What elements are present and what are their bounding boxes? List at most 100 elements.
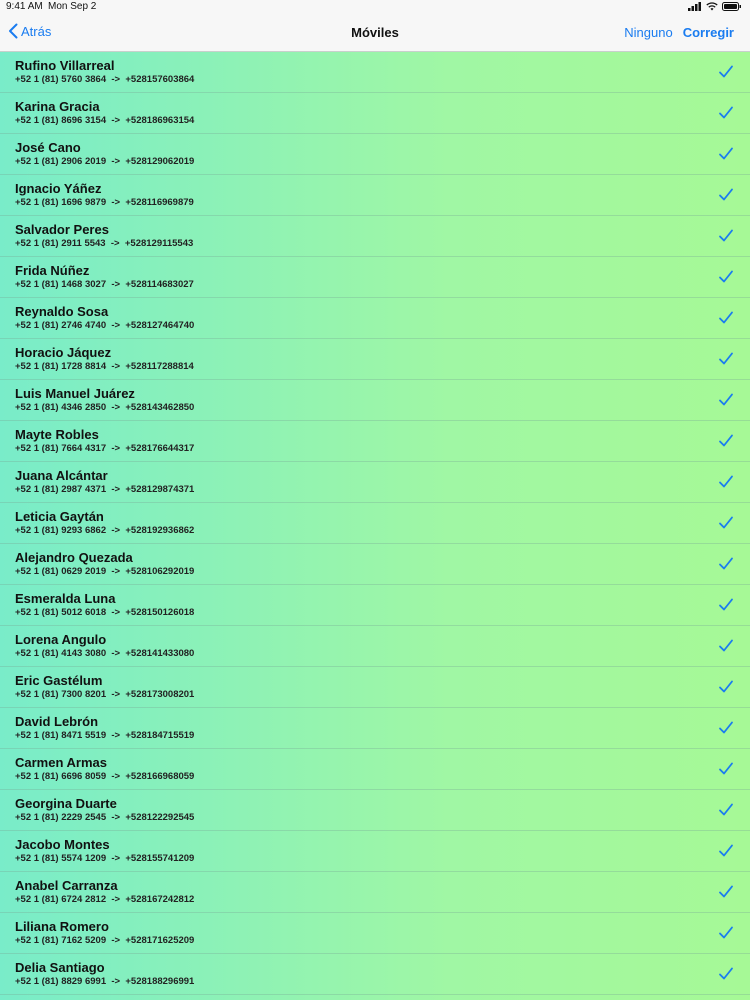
list-item[interactable]: Rufino Villarreal +52 1 (81) 5760 3864 ->… [0,52,750,93]
list-item[interactable]: José Cano +52 1 (81) 2906 2019 -> +528129… [0,134,750,175]
status-icons [688,2,742,11]
contact-phone: +52 1 (81) 1696 9879 -> +528116969879 [15,197,194,208]
list-item[interactable]: Leticia Gaytán +52 1 (81) 9293 6862 -> +5… [0,503,750,544]
checkmark-icon [719,229,733,242]
contact-name: Frida Núñez [15,263,90,278]
checkmark-icon [719,967,733,980]
contact-phone: +52 1 (81) 8829 6991 -> +528188296991 [15,976,195,987]
list-item[interactable]: Horacio Jáquez +52 1 (81) 1728 8814 -> +5… [0,339,750,380]
contact-phone: +52 1 (81) 1728 8814 -> +528117288814 [15,361,194,372]
contact-name: Eric Gastélum [15,673,103,688]
contact-phone: +52 1 (81) 7300 8201 -> +528173008201 [15,689,195,700]
contact-phone: +52 1 (81) 9293 6862 -> +528192936862 [15,525,195,536]
contact-name: Jacobo Montes [15,837,110,852]
checkmark-icon [719,434,733,447]
checkmark-icon [719,926,733,939]
contact-name: Salvador Peres [15,222,109,237]
wifi-icon [706,2,718,11]
list-item[interactable]: Juana Alcántar +52 1 (81) 2987 4371 -> +5… [0,462,750,503]
contact-list: Rufino Villarreal +52 1 (81) 5760 3864 ->… [0,52,750,995]
contact-name: David Lebrón [15,714,99,729]
contact-phone: +52 1 (81) 7162 5209 -> +528171625209 [15,935,195,946]
contact-name: Delia Santiago [15,960,105,975]
checkmark-icon [719,475,733,488]
checkmark-icon [719,188,733,201]
list-item[interactable]: Delia Santiago +52 1 (81) 8829 6991 -> +5… [0,954,750,995]
contact-name: Horacio Jáquez [15,345,112,360]
checkmark-icon [719,147,733,160]
contact-name: Anabel Carranza [15,878,118,893]
status-bar: 9:41 AM Mon Sep 2 [0,0,750,14]
contact-phone: +52 1 (81) 6724 2812 -> +528167242812 [15,894,195,905]
list-item[interactable]: Lorena Angulo +52 1 (81) 4143 3080 -> +52… [0,626,750,667]
contact-name: Alejandro Quezada [15,550,133,565]
contact-name: Liliana Romero [15,919,109,934]
checkmark-icon [719,311,733,324]
list-item[interactable]: Jacobo Montes +52 1 (81) 5574 1209 -> +52… [0,831,750,872]
contact-phone: +52 1 (81) 4143 3080 -> +528141433080 [15,648,195,659]
contact-phone: +52 1 (81) 0629 2019 -> +528106292019 [15,566,195,577]
contact-phone: +52 1 (81) 7664 4317 -> +528176644317 [15,443,195,454]
contact-phone: +52 1 (81) 5574 1209 -> +528155741209 [15,853,195,864]
contact-phone: +52 1 (81) 8471 5519 -> +528184715519 [15,730,195,741]
checkmark-icon [719,803,733,816]
checkmark-icon [719,721,733,734]
contact-phone: +52 1 (81) 5012 6018 -> +528150126018 [15,607,195,618]
contact-phone: +52 1 (81) 5760 3864 -> +528157603864 [15,74,195,85]
list-item[interactable]: Ignacio Yáñez +52 1 (81) 1696 9879 -> +52… [0,175,750,216]
list-item[interactable]: Frida Núñez +52 1 (81) 1468 3027 -> +5281… [0,257,750,298]
contact-name: Rufino Villarreal [15,58,115,73]
list-item[interactable]: Esmeralda Luna +52 1 (81) 5012 6018 -> +5… [0,585,750,626]
list-item[interactable]: Luis Manuel Juárez +52 1 (81) 4346 2850 -… [0,380,750,421]
checkmark-icon [719,762,733,775]
list-item[interactable]: Liliana Romero +52 1 (81) 7162 5209 -> +5… [0,913,750,954]
list-item[interactable]: Karina Gracia +52 1 (81) 8696 3154 -> +52… [0,93,750,134]
contact-name: Lorena Angulo [15,632,107,647]
status-date: Mon Sep 2 [48,1,97,12]
list-item[interactable]: Salvador Peres +52 1 (81) 2911 5543 -> +5… [0,216,750,257]
list-item[interactable]: Carmen Armas +52 1 (81) 6696 8059 -> +528… [0,749,750,790]
list-item[interactable]: Reynaldo Sosa +52 1 (81) 2746 4740 -> +52… [0,298,750,339]
contact-name: José Cano [15,140,81,155]
contact-name: Georgina Duarte [15,796,117,811]
checkmark-icon [719,680,733,693]
checkmark-icon [719,270,733,283]
checkmark-icon [719,844,733,857]
contact-phone: +52 1 (81) 6696 8059 -> +528166968059 [15,771,195,782]
contact-name: Reynaldo Sosa [15,304,109,319]
battery-icon [722,2,741,11]
contact-name: Luis Manuel Juárez [15,386,135,401]
contact-name: Karina Gracia [15,99,100,114]
edit-button[interactable]: Corregir [683,25,734,40]
contact-phone: +52 1 (81) 2906 2019 -> +528129062019 [15,156,195,167]
contact-name: Ignacio Yáñez [15,181,102,196]
contact-name: Mayte Robles [15,427,99,442]
contact-phone: +52 1 (81) 2746 4740 -> +528127464740 [15,320,195,331]
select-none-button[interactable]: Ninguno [624,25,672,40]
list-item[interactable]: Mayte Robles +52 1 (81) 7664 4317 -> +528… [0,421,750,462]
contact-phone: +52 1 (81) 8696 3154 -> +528186963154 [15,115,195,126]
navigation-bar: Atrás Móviles Ninguno Corregir [0,14,750,52]
checkmark-icon [719,557,733,570]
contact-phone: +52 1 (81) 1468 3027 -> +528114683027 [15,279,194,290]
list-item[interactable]: Eric Gastélum +52 1 (81) 7300 8201 -> +52… [0,667,750,708]
list-item[interactable]: Alejandro Quezada +52 1 (81) 0629 2019 ->… [0,544,750,585]
list-item[interactable]: Anabel Carranza +52 1 (81) 6724 2812 -> +… [0,872,750,913]
list-item[interactable]: David Lebrón +52 1 (81) 8471 5519 -> +528… [0,708,750,749]
list-item[interactable]: Georgina Duarte +52 1 (81) 2229 2545 -> +… [0,790,750,831]
checkmark-icon [719,639,733,652]
checkmark-icon [719,598,733,611]
contact-name: Juana Alcántar [15,468,108,483]
checkmark-icon [719,352,733,365]
checkmark-icon [719,106,733,119]
contact-phone: +52 1 (81) 2911 5543 -> +528129115543 [15,238,194,249]
contact-phone: +52 1 (81) 4346 2850 -> +528143462850 [15,402,195,413]
checkmark-icon [719,516,733,529]
contact-phone: +52 1 (81) 2987 4371 -> +528129874371 [15,484,195,495]
contact-name: Leticia Gaytán [15,509,104,524]
signal-icon [688,2,701,11]
contact-phone: +52 1 (81) 2229 2545 -> +528122292545 [15,812,195,823]
status-time: 9:41 AM [6,1,43,12]
contact-name: Carmen Armas [15,755,108,770]
checkmark-icon [719,65,733,78]
